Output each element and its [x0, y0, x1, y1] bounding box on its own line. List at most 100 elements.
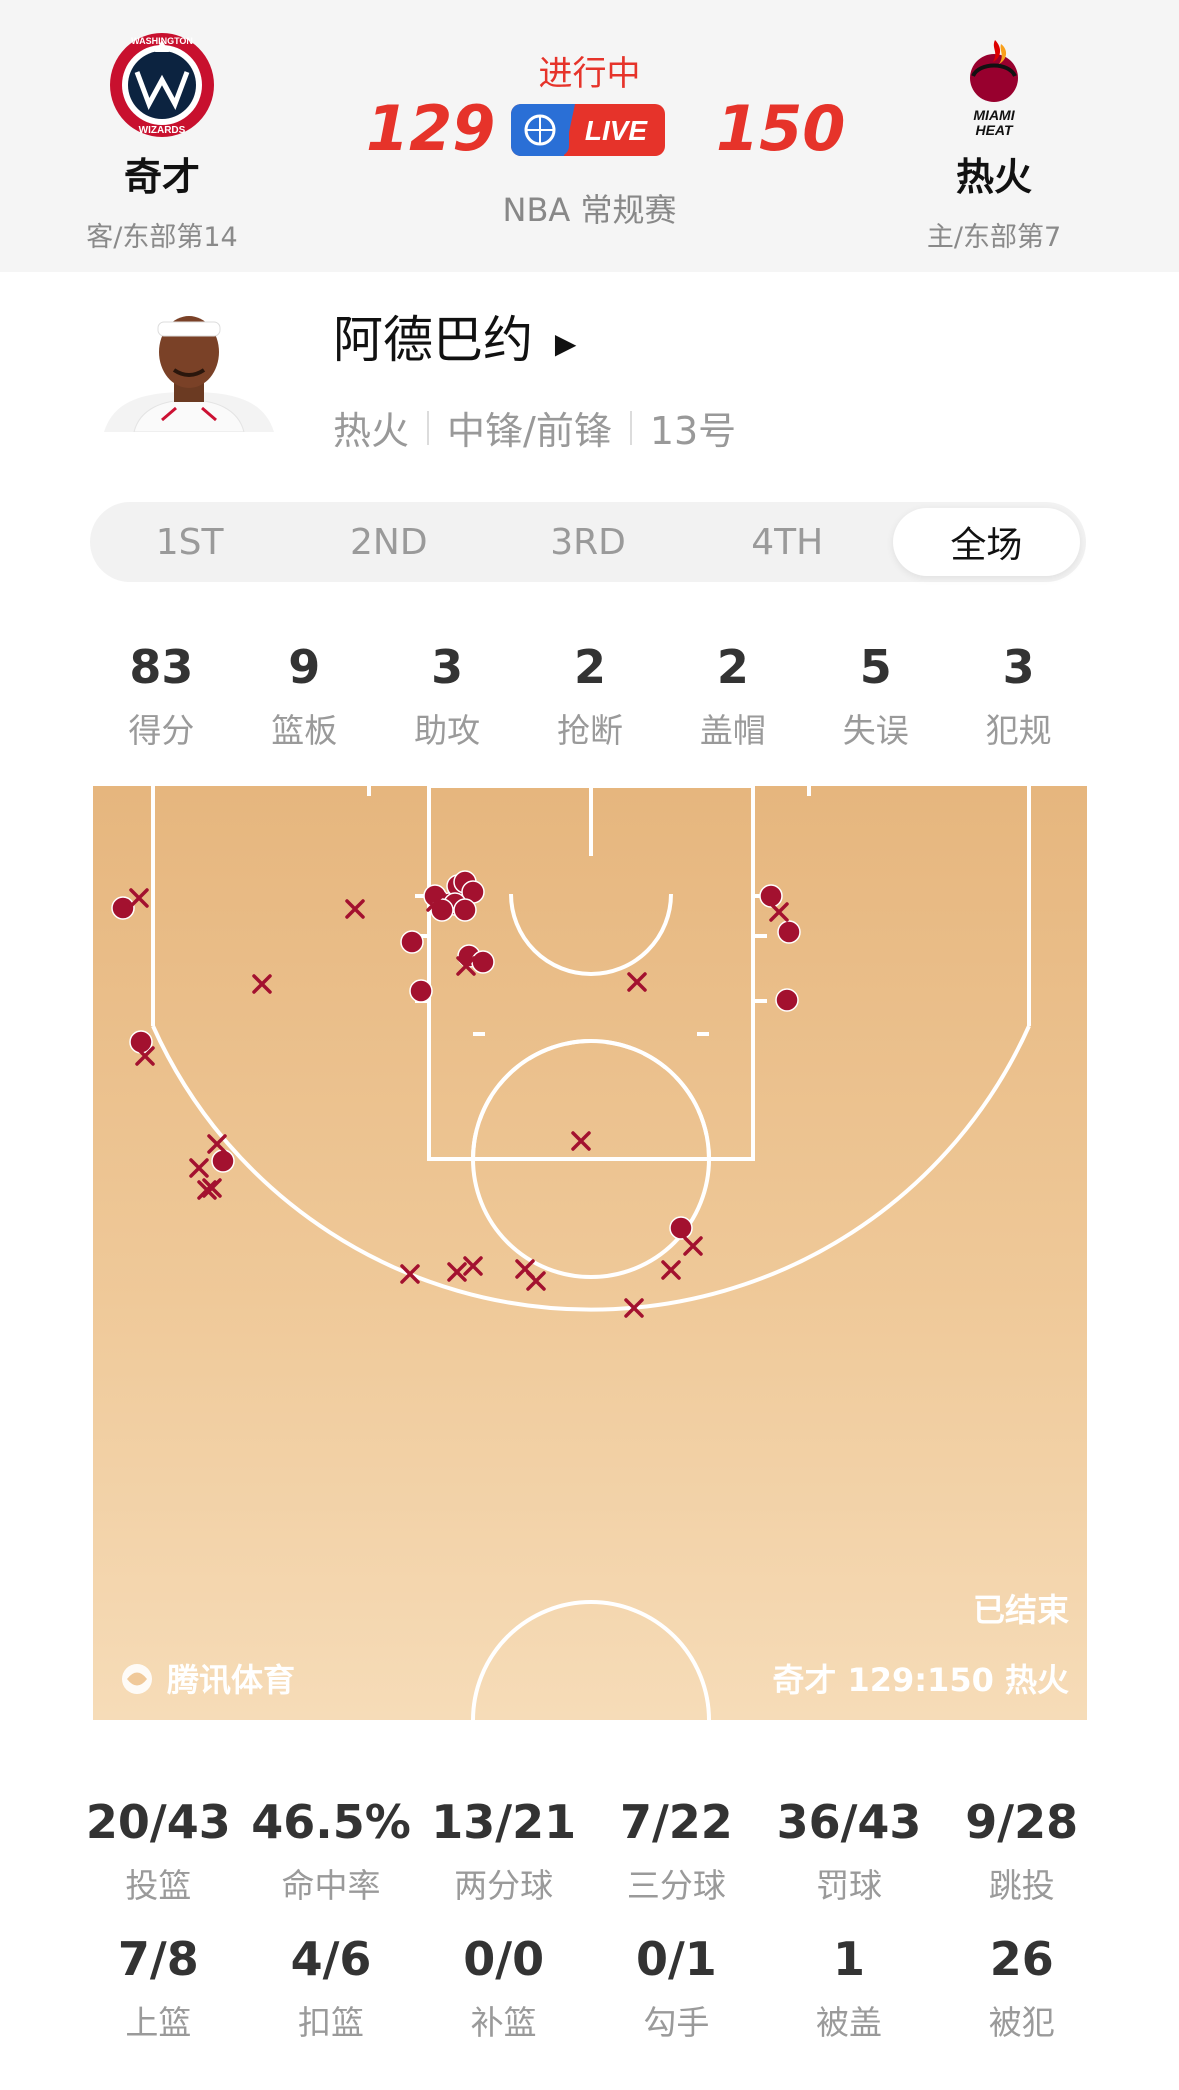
caret-right-icon: ▶ — [554, 327, 577, 360]
divider — [427, 410, 430, 445]
split-layup: 7/8 上篮 — [72, 1932, 245, 2044]
made-shot-marker — [471, 950, 495, 974]
player-name: 阿德巴约 — [333, 311, 533, 369]
game-header: WASHINGTON WIZARDS 奇才 客/东部第14 进行中 129 LI… — [0, 0, 1179, 272]
split-3pt: 7/22 三分球 — [590, 1795, 763, 1907]
split-label: 命中率 — [281, 1866, 381, 1905]
split-value: 26 — [989, 1932, 1054, 1986]
split-label: 罚球 — [816, 1866, 883, 1905]
split-label: 被犯 — [988, 2003, 1055, 2042]
split-value: 1 — [833, 1932, 866, 1986]
stat-label: 篮板 — [271, 711, 338, 750]
heat-logo-top-text: MIAMI — [973, 107, 1015, 123]
player-stats: 83 得分 9 篮板 3 助攻 2 抢断 2 盖帽 5 失误 3 犯规 — [90, 640, 1090, 752]
tab-full-game[interactable]: 全场 — [892, 508, 1081, 576]
split-fg: 20/43 投篮 — [72, 1795, 245, 1907]
split-value: 20/43 — [85, 1795, 231, 1849]
stat-steals: 2 抢断 — [519, 640, 662, 752]
player-team: 热火 — [333, 409, 410, 453]
made-shot-marker — [777, 920, 801, 944]
made-shot-marker — [111, 896, 135, 920]
stat-value: 3 — [431, 640, 464, 694]
split-dunk: 4/6 扣篮 — [245, 1932, 418, 2044]
court-floor — [93, 786, 1087, 1720]
live-badge[interactable]: LIVE — [511, 104, 665, 156]
split-fouled: 26 被犯 — [935, 1932, 1108, 2044]
stat-turnovers: 5 失误 — [804, 640, 947, 752]
split-value: 4/6 — [290, 1932, 372, 1986]
made-shot-marker — [453, 898, 477, 922]
split-2pt: 13/21 两分球 — [417, 1795, 590, 1907]
stat-blocks: 2 盖帽 — [661, 640, 804, 752]
divider — [629, 410, 632, 445]
split-value: 0/0 — [463, 1932, 545, 1986]
player-name-link[interactable]: 阿德巴约 ▶ — [333, 300, 576, 372]
heat-logo: MIAMI HEAT — [939, 30, 1049, 140]
stat-label: 抢断 — [557, 711, 623, 750]
stat-value: 3 — [1002, 640, 1035, 694]
stat-assists: 3 助攻 — [376, 640, 519, 752]
split-value: 7/22 — [619, 1795, 733, 1849]
ended-label: 已结束 — [973, 1591, 1069, 1629]
split-fg-pct: 46.5% 命中率 — [245, 1795, 418, 1907]
split-label: 被盖 — [816, 2003, 883, 2042]
split-jumper: 9/28 跳投 — [935, 1795, 1108, 1907]
stat-label: 犯规 — [985, 711, 1052, 750]
split-label: 上篮 — [125, 2003, 192, 2042]
split-label: 三分球 — [626, 1866, 726, 1905]
stat-value: 5 — [859, 640, 892, 694]
tab-4th[interactable]: 4TH — [694, 508, 881, 576]
made-shot-marker — [400, 930, 424, 954]
stat-label: 助攻 — [414, 711, 481, 750]
split-label: 补篮 — [470, 2003, 537, 2042]
made-shot-marker — [775, 988, 799, 1012]
stat-fouls: 3 犯规 — [947, 640, 1090, 752]
brand-label: 腾讯体育 — [167, 1661, 295, 1699]
made-shot-marker — [211, 1149, 235, 1173]
stat-value: 2 — [716, 640, 749, 694]
split-value: 36/43 — [776, 1795, 922, 1849]
tab-2nd[interactable]: 2ND — [295, 508, 482, 576]
stat-label: 得分 — [128, 711, 195, 750]
player-position: 中锋/前锋 — [447, 409, 612, 453]
home-team[interactable]: MIAMI HEAT 热火 主/东部第7 — [884, 30, 1104, 254]
split-putback: 0/0 补篮 — [417, 1932, 590, 2044]
away-score: 129 — [366, 92, 496, 165]
home-team-name: 热火 — [955, 155, 1032, 199]
split-value: 0/1 — [635, 1932, 717, 1986]
wizards-logo-bottom-text: WIZARDS — [139, 125, 186, 136]
wizards-logo-top-text: WASHINGTON — [131, 36, 193, 46]
split-ft: 36/43 罚球 — [763, 1795, 936, 1907]
player-avatar[interactable] — [104, 300, 274, 433]
tencent-sports-icon — [122, 1664, 152, 1694]
stat-value: 9 — [288, 640, 321, 694]
stat-label: 失误 — [842, 711, 909, 750]
home-score: 150 — [716, 92, 846, 165]
split-label: 勾手 — [643, 2003, 710, 2042]
shot-chart: 腾讯体育 已结束 奇才 129:150 热火 — [93, 784, 1087, 1721]
home-team-sub: 主/东部第7 — [926, 222, 1062, 253]
split-label: 两分球 — [454, 1866, 554, 1905]
split-value: 9/28 — [965, 1795, 1079, 1849]
tab-1st[interactable]: 1ST — [96, 508, 283, 576]
player-number: 13号 — [649, 409, 737, 453]
stat-points: 83 得分 — [90, 640, 233, 752]
shooting-row-1: 20/43 投篮 46.5% 命中率 13/21 两分球 7/22 三分球 36/43 罚… — [72, 1795, 1108, 1907]
period-tabs: 1ST 2ND 3RD 4TH 全场 — [90, 502, 1086, 582]
made-shot-marker — [669, 1216, 693, 1240]
split-label: 扣篮 — [298, 2003, 364, 2042]
split-hook: 0/1 勾手 — [590, 1932, 763, 2044]
stat-value: 2 — [574, 640, 607, 694]
tab-3rd[interactable]: 3RD — [494, 508, 681, 576]
split-value: 46.5% — [251, 1795, 411, 1849]
split-label: 投篮 — [125, 1866, 192, 1905]
split-label: 跳投 — [988, 1866, 1055, 1905]
live-label: LIVE — [585, 115, 649, 146]
split-value: 13/21 — [431, 1795, 577, 1849]
stat-rebounds: 9 篮板 — [233, 640, 376, 752]
stat-value: 83 — [129, 640, 194, 694]
split-value: 7/8 — [117, 1932, 199, 1986]
shooting-row-2: 7/8 上篮 4/6 扣篮 0/0 补篮 0/1 勾手 1 被盖 26 被犯 — [72, 1932, 1108, 2044]
player-meta: 热火 中锋/前锋 13号 — [333, 400, 736, 455]
final-score-label: 奇才 129:150 热火 — [772, 1661, 1069, 1699]
